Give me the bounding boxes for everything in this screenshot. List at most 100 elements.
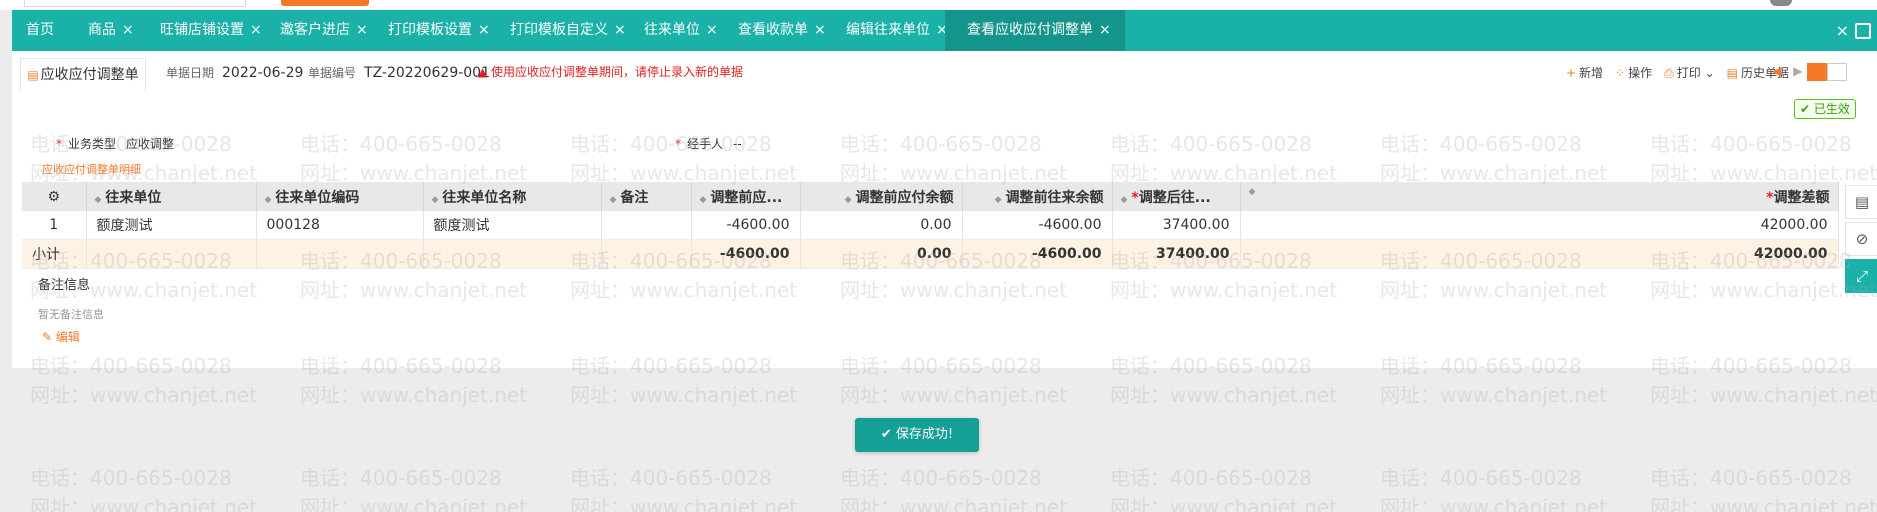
close-icon[interactable]: × (122, 22, 134, 38)
operate-button[interactable]: ⁘ 操作 (1615, 64, 1652, 81)
new-button[interactable]: + 新增 (1566, 64, 1603, 81)
notes-empty: 暂无备注信息 (38, 308, 104, 321)
watermark-phone: 电话：400-665-0028 (1110, 466, 1312, 490)
subtotal-row: 小计 -4600.00 0.00 -4600.00 37400.00 42000… (22, 239, 1839, 269)
watermark-site: 网址：www.chanjet.net (1650, 495, 1877, 512)
expand-icon[interactable]: ⤢ (1845, 259, 1877, 293)
tab-label: 首页 (26, 22, 54, 38)
watermark-site: 网址：www.chanjet.net (1110, 383, 1338, 407)
cell-before-balance[interactable]: -4600.00 (962, 211, 1113, 240)
clipboard-icon[interactable]: ▤ (1845, 185, 1877, 219)
watermark-site: 网址：www.chanjet.net (300, 495, 528, 512)
top-orange-button[interactable] (281, 0, 369, 6)
sort-icon: ◆ (431, 194, 439, 205)
tab-print-template-custom[interactable]: 打印模板自定义 × (510, 10, 626, 51)
cell-after-balance[interactable]: 37400.00 (1112, 211, 1241, 240)
next-icon[interactable]: ▶ (1793, 64, 1802, 78)
subtotal-empty (86, 239, 257, 269)
tab-print-template-settings[interactable]: 打印模板设置 × (388, 10, 490, 51)
watermark-phone: 电话：400-665-0028 (300, 466, 502, 490)
print-button[interactable]: ⎙ 打印 ⌄ (1664, 64, 1715, 81)
tab-label: 往来单位 (644, 22, 700, 38)
new-label: 新增 (1579, 66, 1604, 80)
biz-type-value[interactable]: 应收调整 (126, 137, 174, 151)
column-header[interactable]: ◆ 调整前应... (691, 182, 801, 211)
column-header[interactable]: ◆ 往来单位 (86, 182, 257, 211)
cell-difference[interactable]: 42000.00 (1240, 211, 1839, 240)
watermark-phone: 电话：400-665-0028 (30, 466, 232, 490)
printer-icon: ⎙ (1664, 66, 1674, 80)
close-icon[interactable]: × (614, 22, 626, 38)
watermark-phone: 电话：400-665-0028 (840, 466, 1042, 490)
cell-before-payable[interactable]: 0.00 (800, 211, 963, 240)
toolbar: + 新增 ⁘ 操作 ⎙ 打印 ⌄ ▤ 历史单据 (1566, 64, 1789, 81)
watermark-phone: 电话：400-665-0028 (1650, 466, 1852, 490)
close-icon[interactable]: × (250, 22, 262, 38)
tab-edit-partner[interactable]: 编辑往来单位 × (846, 10, 948, 51)
tab-view-receipt[interactable]: 查看收款单 × (738, 10, 826, 51)
watermark-site: 网址：www.chanjet.net (30, 383, 258, 407)
sort-icon: ◆ (994, 194, 1002, 205)
column-header[interactable]: ◆ 往来单位名称 (423, 182, 602, 211)
sort-icon: ◆ (1248, 186, 1256, 197)
check-icon: ✔ (880, 427, 896, 442)
column-header[interactable]: ◆ 往来单位编码 (256, 182, 424, 211)
watermark-site: 网址：www.chanjet.net (840, 383, 1068, 407)
tab-invite-customer[interactable]: 邀客户进店 × (280, 10, 368, 51)
fullscreen-icon[interactable] (1855, 23, 1871, 39)
column-header[interactable]: ◆ 备注 (601, 182, 692, 211)
tab-label: 打印模板设置 (388, 22, 472, 38)
success-toast: ✔ 保存成功! (855, 418, 979, 452)
tab-view-adjustment[interactable]: 查看应收应付调整单 × (945, 10, 1125, 51)
column-title: 备注 (620, 189, 649, 206)
doc-number: 单据编号 TZ-20220629-001 (308, 64, 490, 81)
tab-shop-settings[interactable]: 旺铺店铺设置 × (160, 10, 262, 51)
close-icon[interactable]: × (356, 22, 368, 38)
column-header[interactable]: ◆ *调整差额 (1240, 182, 1839, 211)
avatar[interactable] (1770, 0, 1792, 6)
cell-partner-code[interactable]: 000128 (256, 211, 424, 240)
document-icon: ▤ (27, 68, 39, 82)
required-mark: * (675, 137, 681, 151)
notes-edit-button[interactable]: ✎ 编辑 (42, 328, 80, 345)
column-title: 调整前往来余额 (1005, 189, 1104, 206)
cell-partner-name[interactable]: 额度测试 (423, 211, 602, 240)
operate-label: 操作 (1628, 66, 1653, 80)
close-icon[interactable]: × (706, 22, 718, 38)
cell-before-receivable[interactable]: -4600.00 (691, 211, 801, 240)
list-view-icon[interactable] (1807, 63, 1827, 81)
close-all-icon[interactable]: × (1836, 10, 1849, 51)
column-title: 往来单位 (105, 189, 162, 206)
prev-icon[interactable]: ◀ (1772, 64, 1781, 78)
close-icon[interactable]: × (814, 22, 826, 38)
warning-icon: ▲ (478, 65, 492, 79)
close-icon[interactable]: × (1099, 22, 1111, 38)
column-title: 往来单位编码 (275, 189, 360, 206)
card-view-icon[interactable] (1827, 63, 1847, 81)
top-search-box[interactable] (24, 0, 246, 7)
handler-value[interactable]: -- (733, 137, 742, 151)
column-header[interactable]: ◆ 调整前应付余额 (800, 182, 963, 211)
watermark-site: 网址：www.chanjet.net (840, 495, 1068, 512)
column-header[interactable]: ◆ 调整前往来余额 (962, 182, 1113, 211)
tab-goods[interactable]: 商品 × (88, 10, 134, 51)
column-settings-icon[interactable]: ⚙ (22, 182, 87, 211)
tab-home[interactable]: 首页 (26, 10, 54, 51)
cell-remark[interactable] (601, 211, 692, 240)
watermark-site: 网址：www.chanjet.net (1110, 495, 1338, 512)
watermark-site: 网址：www.chanjet.net (1380, 383, 1608, 407)
watermark-site: 网址：www.chanjet.net (570, 383, 798, 407)
column-title: 调整差额 (1773, 189, 1830, 206)
table-row[interactable]: 1 额度测试 000128 额度测试 -4600.00 0.00 -4600.0… (22, 211, 1839, 240)
link-icon[interactable]: ⊘ (1845, 222, 1877, 256)
doc-tab[interactable]: ▤ 应收应付调整单 (20, 58, 146, 93)
section-title: 应收应付调整单明细 (42, 163, 141, 176)
column-header[interactable]: ◆ *调整后往... (1112, 182, 1241, 211)
subtotal-empty (423, 239, 602, 269)
close-icon[interactable]: × (478, 22, 490, 38)
subtotal-value: -4600.00 (962, 239, 1113, 269)
number-label: 单据编号 (308, 66, 357, 80)
cell-partner[interactable]: 额度测试 (86, 211, 257, 240)
grid-icon: ⁘ (1615, 66, 1626, 80)
tab-partners[interactable]: 往来单位 × (644, 10, 718, 51)
